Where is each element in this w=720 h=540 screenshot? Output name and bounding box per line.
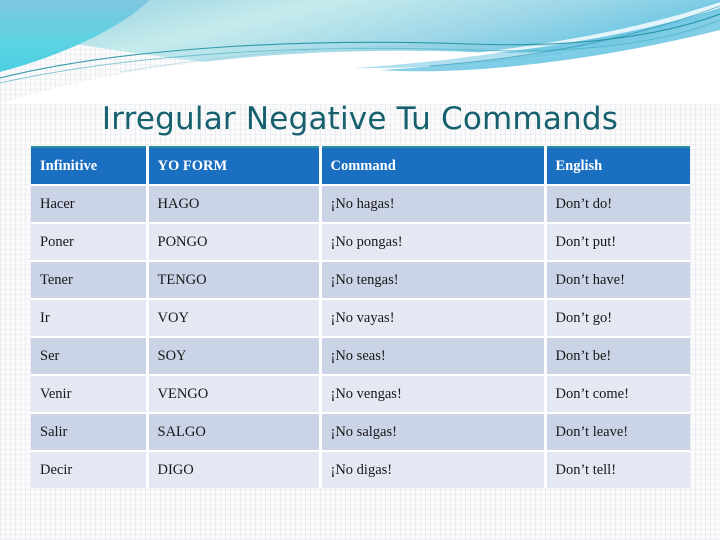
cell-infinitive: Venir — [31, 375, 149, 414]
decorative-wave-banner — [0, 0, 720, 104]
cell-infinitive: Decir — [31, 451, 149, 488]
cell-infinitive: Ser — [31, 337, 149, 376]
cell-english: Don’t put! — [545, 223, 690, 262]
table-body: Hacer HAGO ¡No hagas! Don’t do! Poner PO… — [31, 185, 690, 488]
cell-yo-form: PONGO — [147, 223, 322, 262]
table-row: Poner PONGO ¡No pongas! Don’t put! — [31, 223, 690, 262]
table-row: Ir VOY ¡No vayas! Don’t go! — [31, 299, 690, 338]
column-header-infinitive: Infinitive — [31, 147, 149, 186]
table-header-row: Infinitive YO FORM Command English — [31, 147, 690, 186]
cell-command: ¡No seas! — [320, 337, 547, 376]
cell-command: ¡No salgas! — [320, 413, 547, 452]
page-title: Irregular Negative Tu Commands — [101, 101, 619, 137]
wave-graphic — [0, 0, 720, 104]
table-row: Ser SOY ¡No seas! Don’t be! — [31, 337, 690, 376]
cell-infinitive: Poner — [31, 223, 149, 262]
cell-command: ¡No hagas! — [320, 185, 547, 224]
table-row: Venir VENGO ¡No vengas! Don’t come! — [31, 375, 690, 414]
cell-yo-form: TENGO — [147, 261, 322, 300]
cell-command: ¡No vengas! — [320, 375, 547, 414]
cell-infinitive: Salir — [31, 413, 149, 452]
cell-yo-form: VENGO — [147, 375, 322, 414]
cell-yo-form: DIGO — [147, 451, 322, 488]
column-header-yo-form: YO FORM — [147, 147, 322, 186]
table-row: Salir SALGO ¡No salgas! Don’t leave! — [31, 413, 690, 452]
irregular-negative-commands-table: Infinitive YO FORM Command English Hacer… — [31, 146, 690, 488]
cell-yo-form: SOY — [147, 337, 322, 376]
cell-english: Don’t have! — [545, 261, 690, 300]
cell-english: Don’t come! — [545, 375, 690, 414]
cell-english: Don’t go! — [545, 299, 690, 338]
cell-command: ¡No vayas! — [320, 299, 547, 338]
column-header-command: Command — [320, 147, 547, 186]
cell-english: Don’t tell! — [545, 451, 690, 488]
cell-english: Don’t leave! — [545, 413, 690, 452]
cell-yo-form: VOY — [147, 299, 322, 338]
cell-english: Don’t do! — [545, 185, 690, 224]
cell-yo-form: SALGO — [147, 413, 322, 452]
cell-command: ¡No digas! — [320, 451, 547, 488]
cell-yo-form: HAGO — [147, 185, 322, 224]
presentation-slide: Irregular Negative Tu Commands Infinitiv… — [0, 0, 720, 540]
table-row: Tener TENGO ¡No tengas! Don’t have! — [31, 261, 690, 300]
table-row: Decir DIGO ¡No digas! Don’t tell! — [31, 451, 690, 488]
table-header: Infinitive YO FORM Command English — [31, 147, 690, 186]
table-row: Hacer HAGO ¡No hagas! Don’t do! — [31, 185, 690, 224]
column-header-english: English — [545, 147, 690, 186]
cell-infinitive: Ir — [31, 299, 149, 338]
cell-english: Don’t be! — [545, 337, 690, 376]
cell-command: ¡No pongas! — [320, 223, 547, 262]
cell-infinitive: Tener — [31, 261, 149, 300]
cell-command: ¡No tengas! — [320, 261, 547, 300]
cell-infinitive: Hacer — [31, 185, 149, 224]
